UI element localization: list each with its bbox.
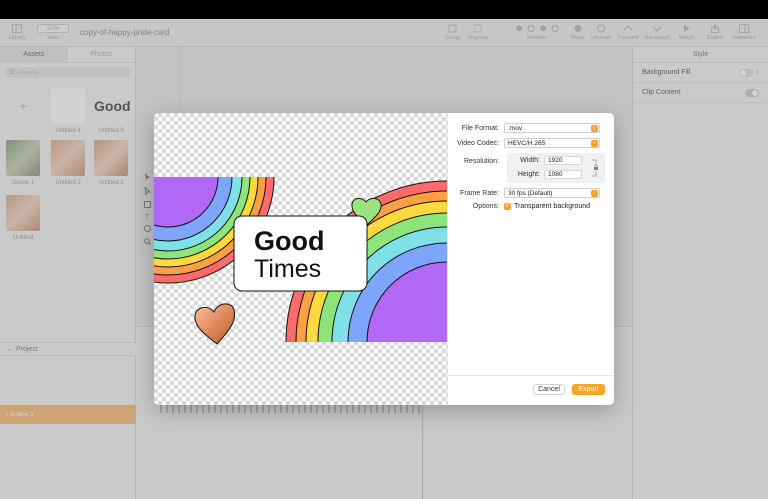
width-row: Width: 1920 bbox=[507, 156, 582, 165]
export-dialog: Good Times File Format: .mov ↕ Video Cod… bbox=[154, 113, 614, 405]
preview-text-times: Times bbox=[254, 255, 321, 283]
copper-heart-shape bbox=[194, 303, 236, 345]
export-settings: File Format: .mov ↕ Video Codec: HEVC/H.… bbox=[447, 113, 614, 405]
options-row: Options: ✓ Transparent background bbox=[472, 203, 591, 210]
export-button[interactable]: Export bbox=[572, 384, 605, 395]
lock-aspect-icon[interactable] bbox=[591, 159, 599, 179]
height-row: Height: 1080 bbox=[507, 170, 582, 179]
width-input[interactable]: 1920 bbox=[544, 156, 582, 165]
select-arrows-icon: ↕ bbox=[591, 190, 598, 197]
macos-menubar bbox=[0, 0, 768, 19]
transparent-background-checkbox[interactable]: ✓ bbox=[504, 203, 511, 210]
app-window: Library 50% View copy-of-happy-pride-car… bbox=[0, 19, 768, 499]
frame-rate-row: Frame Rate: 30 fps (Default) ↕ bbox=[448, 188, 614, 198]
preview-text-good: Good bbox=[254, 226, 324, 256]
file-format-row: File Format: .mov ↕ bbox=[448, 123, 614, 133]
preview-artwork: Good Times bbox=[154, 177, 447, 345]
dialog-divider bbox=[448, 375, 614, 376]
resolution-box: Width: 1920 Height: 1080 bbox=[507, 153, 605, 183]
select-arrows-icon: ↕ bbox=[591, 140, 598, 147]
frame-rate-select[interactable]: 30 fps (Default) ↕ bbox=[504, 188, 600, 198]
cancel-button[interactable]: Cancel bbox=[533, 384, 565, 395]
video-codec-row: Video Codec: HEVC/H.265 ↕ bbox=[448, 138, 614, 148]
file-format-select[interactable]: .mov ↕ bbox=[504, 123, 600, 133]
video-codec-select[interactable]: HEVC/H.265 ↕ bbox=[504, 138, 600, 148]
height-input[interactable]: 1080 bbox=[544, 170, 582, 179]
export-preview: Good Times bbox=[154, 113, 447, 405]
transparent-background-label: Transparent background bbox=[514, 203, 591, 210]
select-arrows-icon: ↕ bbox=[591, 125, 598, 132]
